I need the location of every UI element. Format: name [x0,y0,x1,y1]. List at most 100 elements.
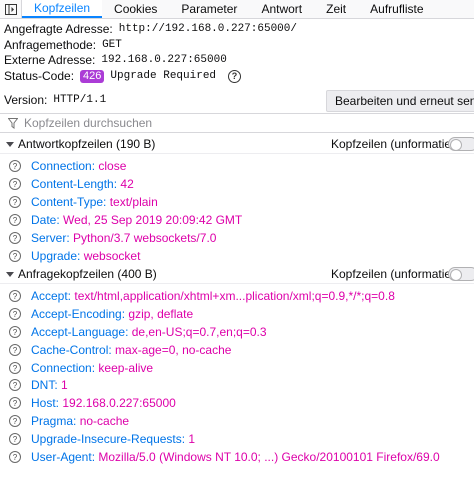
header-name: Pragma: [31,414,77,428]
header-value: 1 [188,432,196,446]
header-value: 1 [61,378,68,392]
tab-cookies[interactable]: Cookies [102,0,169,18]
request-header-row[interactable]: ? User-Agent: Mozilla/5.0 (Windows NT 10… [0,448,474,466]
request-header-row[interactable]: ? Pragma: no-cache [0,412,474,430]
status-text: Upgrade Required [110,70,217,82]
question-circle-icon[interactable]: ? [9,433,21,445]
response-header-row[interactable]: ? Upgrade: websocket [0,247,474,265]
header-value: text/plain [109,195,158,209]
question-circle-icon[interactable]: ? [9,290,21,302]
help-icon[interactable]: ? [228,69,242,83]
panel-toggle-icon [4,3,17,15]
response-header-row[interactable]: ? Date: Wed, 25 Sep 2019 20:09:42 GMT [0,211,474,229]
header-value: 192.168.0.227:65000 [62,396,176,410]
status-badge: 426 [80,69,105,83]
question-circle-icon[interactable]: ? [9,415,21,427]
method-label: Anfragemethode: [4,38,97,52]
header-value: gzip, deflate [128,307,194,321]
header-value: no-cache [79,414,130,428]
header-value: 42 [120,177,134,191]
tab-antwort[interactable]: Antwort [249,0,314,18]
response-header-row[interactable]: ? Content-Type: text/plain [0,193,474,211]
request-raw-headers-label: Kopfzeilen (unformatiert) [331,266,463,281]
question-circle-icon[interactable]: ? [9,326,21,338]
header-value: Wed, 25 Sep 2019 20:09:42 GMT [63,213,243,227]
version-value[interactable]: HTTP/1.1 [53,94,106,106]
response-raw-headers-label: Kopfzeilen (unformatiert) [331,136,463,151]
filter-headers-input[interactable] [24,116,324,130]
edit-and-resend-button[interactable]: Bearbeiten und erneut senden [326,90,474,112]
requested-address-row: Angefragte Adresse: http://192.168.0.227… [4,21,297,37]
question-circle-icon[interactable]: ? [9,379,21,391]
response-raw-headers-toggle[interactable] [448,137,474,151]
request-headers-title: Anfragekopfzeilen (400 B) [18,266,157,281]
header-name: Content-Length: [31,177,118,191]
header-name: User-Agent: [31,450,96,464]
question-circle-icon[interactable]: ? [9,160,21,172]
twisty-down-icon[interactable] [6,140,14,148]
header-value: keep-alive [98,361,154,375]
question-circle-icon[interactable]: ? [9,232,21,244]
request-header-row[interactable]: ? Connection: keep-alive [0,359,474,377]
tab-zeit[interactable]: Zeit [314,0,358,18]
question-circle-icon[interactable]: ? [9,397,21,409]
request-header-row[interactable]: ? Accept-Language: de,en-US;q=0.7,en;q=0… [0,323,474,341]
header-value: text/html,application/xhtml+xm...plicati… [74,289,395,303]
panel-toggle-button[interactable] [0,0,22,18]
twisty-down-icon[interactable] [6,270,14,278]
requested-address-value[interactable]: http://192.168.0.227:65000/ [119,23,297,35]
remote-address-label: Externe Adresse: [4,53,96,67]
question-circle-icon[interactable]: ? [9,308,21,320]
header-name: Accept-Language: [31,325,129,339]
request-header-row[interactable]: ? Upgrade-Insecure-Requests: 1 [0,430,474,448]
requested-address-label: Angefragte Adresse: [4,22,113,36]
header-name: Upgrade: [31,249,81,263]
header-name: Accept: [31,289,72,303]
request-header-row[interactable]: ? Host: 192.168.0.227:65000 [0,394,474,412]
header-name: Upgrade-Insecure-Requests: [31,432,186,446]
header-name: Cache-Control: [31,343,112,357]
header-name: Connection: [31,159,96,173]
header-value: de,en-US;q=0.7,en;q=0.3 [131,325,267,339]
header-name: Server: [31,231,70,245]
status-code-label: Status-Code: [4,69,75,83]
method-value[interactable]: GET [102,39,122,51]
request-header-row[interactable]: ? DNT: 1 [0,376,474,394]
tab-kopfzeilen[interactable]: Kopfzeilen [22,0,103,18]
filter-bar [0,113,474,133]
tab-bar: Kopfzeilen Cookies Parameter Antwort Zei… [0,0,474,19]
request-header-row[interactable]: ? Accept: text/html,application/xhtml+xm… [0,287,474,305]
header-value: Mozilla/5.0 (Windows NT 10.0; ...) Gecko… [98,450,440,464]
question-circle-icon[interactable]: ? [9,344,21,356]
request-headers-section-header[interactable]: Anfragekopfzeilen (400 B) Kopfzeilen (un… [0,264,474,284]
status-code-row: Status-Code: 426 Upgrade Required ? [4,68,242,84]
tab-aufrufliste[interactable]: Aufrufliste [358,0,435,18]
response-headers-title: Antwortkopfzeilen (190 B) [18,136,156,151]
header-name: Accept-Encoding: [31,307,126,321]
header-value: close [98,159,127,173]
method-row: Anfragemethode: GET [4,37,122,53]
request-header-row[interactable]: ? Accept-Encoding: gzip, deflate [0,305,474,323]
header-value: Python/3.7 websockets/7.0 [73,231,217,245]
response-header-row[interactable]: ? Connection: close [0,157,474,175]
response-header-row[interactable]: ? Content-Length: 42 [0,175,474,193]
question-circle-icon[interactable]: ? [9,196,21,208]
request-raw-headers-toggle[interactable] [448,267,474,281]
request-header-row[interactable]: ? Cache-Control: max-age=0, no-cache [0,341,474,359]
header-name: Content-Type: [31,195,107,209]
question-circle-icon[interactable]: ? [9,178,21,190]
version-label: Version: [4,93,48,107]
remote-address-value[interactable]: 192.168.0.227:65000 [101,54,226,66]
remote-address-row: Externe Adresse: 192.168.0.227:65000 [4,52,227,68]
version-row: Version: HTTP/1.1 [4,92,106,108]
question-circle-icon[interactable]: ? [9,451,21,463]
tab-parameter[interactable]: Parameter [169,0,249,18]
header-name: Date: [31,213,60,227]
question-circle-icon[interactable]: ? [9,362,21,374]
question-circle-icon[interactable]: ? [9,214,21,226]
response-header-row[interactable]: ? Server: Python/3.7 websockets/7.0 [0,229,474,247]
question-circle-icon[interactable]: ? [9,250,21,262]
filter-icon [8,117,18,129]
response-headers-section-header[interactable]: Antwortkopfzeilen (190 B) Kopfzeilen (un… [0,134,474,154]
header-name: Connection: [31,361,96,375]
